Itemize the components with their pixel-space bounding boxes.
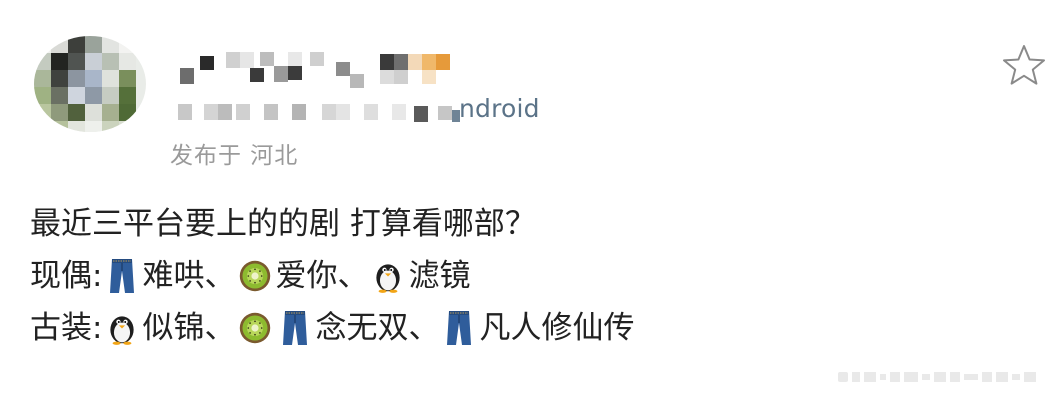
source-client-text: ndroid — [459, 94, 540, 123]
penguin-emoji — [110, 316, 135, 345]
post-location: 发布于 河北 — [170, 143, 299, 169]
star-outline-icon — [1003, 45, 1045, 85]
favorite-button[interactable] — [1000, 42, 1048, 88]
post-line-1-text: 最近三平台要上的的剧 打算看哪部？ — [30, 206, 536, 242]
post-source: ndroid — [176, 94, 556, 128]
category-label-costume: 古装: — [30, 310, 103, 346]
post-line-1: 最近三平台要上的的剧 打算看哪部？ — [30, 198, 1020, 250]
drama-aini: 爱你、 — [275, 258, 369, 294]
weibo-post: ndroid 发布于 河北 最近三平台要上的的剧 打算看哪部？ 现偶: 难哄、 — [0, 0, 1060, 401]
drama-sijin: 似锦、 — [142, 310, 236, 346]
jeans-emoji — [110, 259, 135, 293]
kiwi-emoji — [240, 312, 271, 344]
category-label-modern: 现偶: — [30, 258, 103, 294]
drama-nanhong: 难哄、 — [142, 258, 236, 294]
drama-fanrenxiuxianzhuan: 凡人修仙传 — [479, 310, 635, 346]
drama-nianwushuang: 念无双、 — [315, 310, 440, 346]
drama-lvjing: 滤镜 — [408, 258, 471, 294]
post-content: 最近三平台要上的的剧 打算看哪部？ 现偶: 难哄、 爱你、 滤镜 古装: 似锦、… — [30, 198, 1020, 354]
post-line-2: 现偶: 难哄、 爱你、 滤镜 — [30, 250, 1020, 302]
jeans-emoji — [283, 311, 308, 345]
penguin-emoji — [376, 264, 401, 293]
avatar[interactable] — [34, 36, 146, 132]
kiwi-emoji — [240, 260, 271, 292]
post-line-3: 古装: 似锦、 念无双、 凡人修仙传 — [30, 302, 1020, 354]
jeans-emoji — [447, 311, 472, 345]
watermark — [838, 372, 1036, 382]
username-blurred[interactable] — [176, 38, 476, 88]
